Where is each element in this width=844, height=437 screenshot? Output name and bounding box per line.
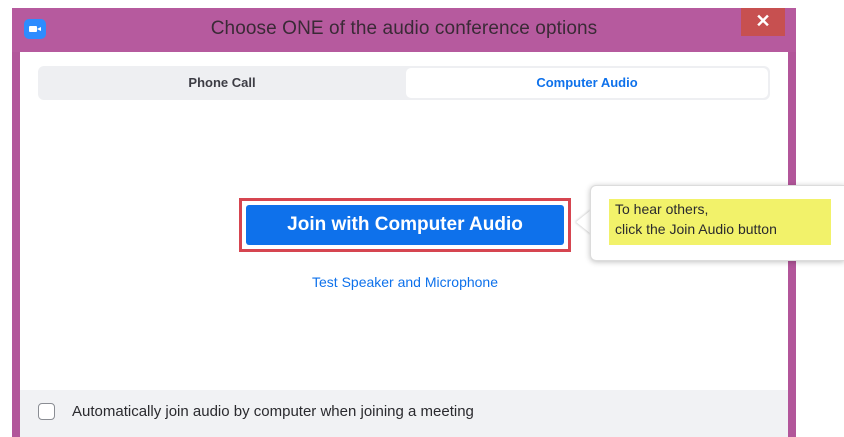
tooltip-pointer: [576, 210, 591, 234]
tooltip-line-1: To hear others,: [615, 201, 709, 217]
join-audio-tooltip: To hear others, click the Join Audio but…: [590, 185, 844, 261]
screenshot-stage: Choose ONE of the audio conference optio…: [0, 0, 844, 437]
audio-option-tabs: Phone Call Computer Audio: [38, 66, 770, 100]
join-computer-audio-button[interactable]: Join with Computer Audio: [246, 205, 564, 245]
dialog-title: Choose ONE of the audio conference optio…: [210, 18, 598, 39]
auto-join-audio-checkbox[interactable]: [38, 403, 55, 420]
dialog-footer: Automatically join audio by computer whe…: [20, 390, 788, 437]
tab-computer-audio[interactable]: Computer Audio: [406, 68, 768, 98]
auto-join-audio-label[interactable]: Automatically join audio by computer whe…: [72, 403, 474, 420]
title-bar: Choose ONE of the audio conference optio…: [12, 8, 796, 52]
test-speaker-microphone-link[interactable]: Test Speaker and Microphone: [220, 274, 590, 290]
tooltip-line-2: click the Join Audio button: [615, 221, 777, 237]
close-button[interactable]: ✕: [741, 8, 785, 36]
tab-phone-call[interactable]: Phone Call: [40, 68, 404, 98]
